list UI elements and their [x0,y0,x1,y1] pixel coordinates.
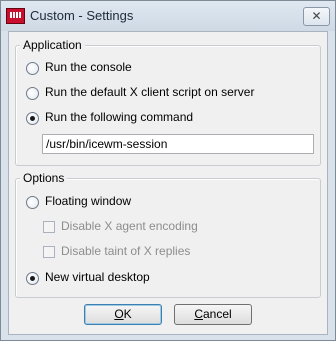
options-group-label: Options [20,171,68,185]
run-command-label[interactable]: Run the following command [45,110,193,124]
floating-window-radio[interactable] [26,196,39,209]
cancel-button[interactable]: Cancel [174,304,252,325]
application-group-label: Application [20,38,85,52]
application-group: Application Run the console Run the defa… [15,38,321,166]
options-group: Options Floating window Disable X agent … [15,171,321,298]
run-default-script-radio[interactable] [26,87,39,100]
close-icon: ✕ [311,9,322,23]
floating-window-label[interactable]: Floating window [45,194,131,208]
window-title: Custom - Settings [30,8,134,23]
disable-taint-checkbox[interactable] [43,246,55,258]
new-virtual-desktop-label[interactable]: New virtual desktop [45,270,150,284]
dialog-body: Application Run the console Run the defa… [8,31,328,335]
ok-label-rest: K [123,307,132,321]
run-console-label[interactable]: Run the console [45,60,132,74]
new-virtual-desktop-radio[interactable] [26,272,39,285]
title-bar[interactable]: Custom - Settings ✕ [1,1,335,31]
run-console-radio[interactable] [26,62,39,75]
cancel-mnemonic: C [194,307,203,321]
settings-dialog: Custom - Settings ✕ Application Run the … [0,0,336,341]
close-button[interactable]: ✕ [303,7,330,26]
disable-x-agent-encoding-label: Disable X agent encoding [61,219,198,233]
disable-taint-label: Disable taint of X replies [61,244,191,258]
cancel-label-rest: ancel [202,307,232,321]
run-command-radio[interactable] [26,112,39,125]
disable-x-agent-encoding-checkbox[interactable] [43,221,55,233]
ok-button[interactable]: OK [84,304,162,325]
app-icon [6,8,25,24]
ok-mnemonic: O [114,307,124,321]
command-input[interactable] [42,134,314,154]
run-default-script-label[interactable]: Run the default X client script on serve… [45,85,254,99]
